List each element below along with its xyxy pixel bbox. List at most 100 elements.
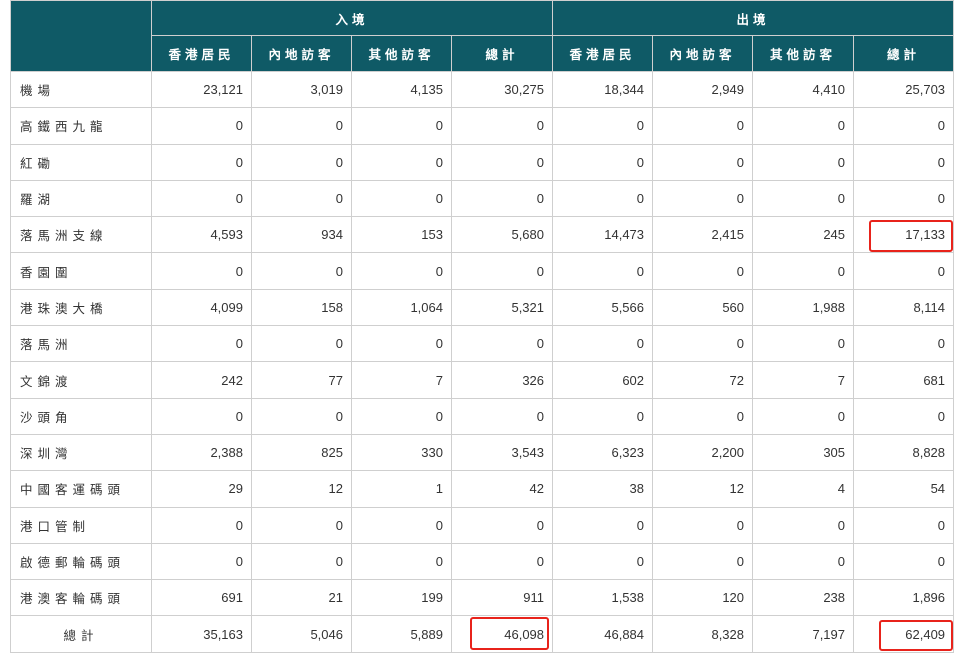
- table-cell: 0: [752, 506, 855, 544]
- table-row: 深圳灣 2,388 825 330 3,543 6,323 2,200 305 8,828: [10, 433, 955, 472]
- table-cell: 21: [251, 579, 352, 617]
- table-cell: 0: [251, 107, 352, 145]
- table-row-total: 總計 35,163 5,046 5,889 46,098 46,884 8,328 7,197…: [10, 615, 955, 653]
- table-cell: 0: [351, 506, 452, 544]
- table-cell: 0: [151, 506, 252, 544]
- table-cell: 12: [652, 470, 754, 508]
- table-cell: 0: [151, 325, 252, 363]
- table-cell: 1,064: [351, 288, 452, 327]
- table-cell: 0: [752, 107, 855, 145]
- table-cell: 0: [450, 542, 554, 581]
- table-row: 機場 23,121 3,019 4,135 30,275 18,344 2,949 4,410…: [10, 70, 955, 109]
- table-cell: 0: [652, 143, 754, 181]
- table-cell: 42: [450, 470, 554, 508]
- table-row: 落馬洲 0 0 0 0 0 0 0 0: [10, 325, 955, 363]
- row-label: 紅磡: [10, 143, 152, 181]
- table-cell: 0: [552, 397, 654, 435]
- table-cell: 25,703: [853, 70, 955, 109]
- row-label: 高鐵西九龍: [10, 107, 152, 145]
- table-cell: 245: [752, 216, 855, 254]
- table-cell: 681: [853, 361, 955, 399]
- table-cell: 0: [450, 252, 554, 290]
- table-cell: 0: [251, 179, 352, 218]
- table-cell: 0: [351, 107, 452, 145]
- col-header-arrival-mainland-visitors: 內地訪客: [251, 35, 352, 72]
- table-cell: 934: [251, 216, 352, 254]
- table-cell: 0: [853, 325, 955, 363]
- table-cell: 120: [652, 579, 754, 617]
- table-cell: 0: [450, 397, 554, 435]
- table-cell: 2,415: [652, 216, 754, 254]
- row-label: 中國客運碼頭: [10, 470, 152, 508]
- table-cell: 4: [752, 470, 855, 508]
- table-cell: 72: [652, 361, 754, 399]
- table-cell: 2,388: [151, 433, 252, 472]
- table-cell: 0: [752, 252, 855, 290]
- table-cell: 7: [752, 361, 855, 399]
- col-header-arrival-total: 總計: [450, 35, 554, 72]
- table-row: 港珠澳大橋 4,099 158 1,064 5,321 5,566 560 1,988 8,11…: [10, 288, 955, 327]
- table-cell: 0: [552, 252, 654, 290]
- table-cell: 35,163: [151, 615, 252, 653]
- table-row: 紅磡 0 0 0 0 0 0 0 0: [10, 143, 955, 181]
- table-cell: 0: [251, 506, 352, 544]
- arrival-group-header: 入境: [150, 0, 554, 36]
- row-label: 機場: [10, 70, 152, 109]
- col-header-arrival-other-visitors: 其他訪客: [351, 35, 452, 72]
- table-cell: 18,344: [552, 70, 654, 109]
- table-cell: 0: [151, 143, 252, 181]
- table-row: 中國客運碼頭 29 12 1 42 38 12 4 54: [10, 470, 955, 508]
- table-cell: 238: [752, 579, 855, 617]
- row-label: 港口管制: [10, 506, 152, 544]
- table-cell: 6,323: [552, 433, 654, 472]
- table-cell: 691: [151, 579, 252, 617]
- table-cell: 0: [151, 252, 252, 290]
- row-label: 總計: [10, 615, 152, 653]
- table-cell: 0: [752, 179, 855, 218]
- table-cell: 0: [652, 542, 754, 581]
- table-cell: 8,828: [853, 433, 955, 472]
- table-cell: 1,538: [552, 579, 654, 617]
- table-cell: 153: [351, 216, 452, 254]
- table-cell: 158: [251, 288, 352, 327]
- table-cell: 46,884: [552, 615, 654, 653]
- table-cell: 0: [450, 143, 554, 181]
- col-header-departure-hk-residents: 香港居民: [552, 35, 654, 72]
- table-cell: 3,543: [450, 433, 554, 472]
- table-cell: 0: [450, 179, 554, 218]
- table-cell: 2,949: [652, 70, 754, 109]
- table-row: 沙頭角 0 0 0 0 0 0 0 0: [10, 397, 955, 435]
- table-cell: 0: [151, 179, 252, 218]
- table-row: 啟德郵輪碼頭 0 0 0 0 0 0 0 0: [10, 542, 955, 581]
- table-cell: 7,197: [752, 615, 855, 653]
- table-cell: 0: [853, 252, 955, 290]
- page: 入境 出境 香港居民 內地訪客 其他訪客 總計 香港居民 內地訪客 其他訪客 總…: [0, 0, 963, 661]
- table-cell: 38: [552, 470, 654, 508]
- table-cell: 825: [251, 433, 352, 472]
- table-cell: 0: [251, 143, 352, 181]
- row-label: 港珠澳大橋: [10, 288, 152, 327]
- table-cell: 0: [251, 325, 352, 363]
- table-cell: 0: [251, 252, 352, 290]
- table-cell: 0: [752, 542, 855, 581]
- table-cell: 14,473: [552, 216, 654, 254]
- row-label: 落馬洲: [10, 325, 152, 363]
- table-cell: 0: [752, 397, 855, 435]
- table-row: 文錦渡 242 77 7 326 602 72 7 681: [10, 361, 955, 399]
- table-cell: 0: [450, 107, 554, 145]
- table-cell: 8,114: [853, 288, 955, 327]
- table-cell: 0: [351, 252, 452, 290]
- table-cell: 911: [450, 579, 554, 617]
- table-cell: 326: [450, 361, 554, 399]
- table-cell: 2,200: [652, 433, 754, 472]
- table-cell: 29: [151, 470, 252, 508]
- table-cell: 0: [853, 143, 955, 181]
- table-cell: 1,988: [752, 288, 855, 327]
- table-cell: 77: [251, 361, 352, 399]
- table-cell: 0: [652, 397, 754, 435]
- table-cell: 5,046: [251, 615, 352, 653]
- table-row: 港口管制 0 0 0 0 0 0 0 0: [10, 506, 955, 544]
- table-cell: 0: [552, 107, 654, 145]
- passenger-traffic-table: 入境 出境 香港居民 內地訪客 其他訪客 總計 香港居民 內地訪客 其他訪客 總…: [10, 0, 955, 653]
- table-cell: 242: [151, 361, 252, 399]
